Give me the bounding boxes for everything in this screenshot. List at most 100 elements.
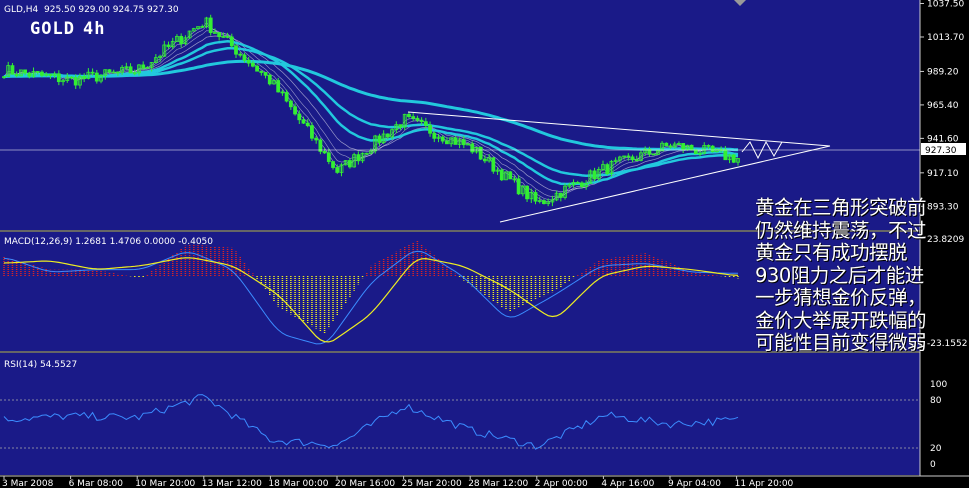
price-candle-body — [115, 71, 120, 74]
time-axis-label: 6 Mar 08:00 — [69, 479, 124, 488]
price-candle-body — [10, 65, 15, 75]
price-candle-body — [246, 59, 251, 64]
price-candle-body — [461, 139, 466, 146]
price-axis-label: 1013.70 — [927, 33, 964, 43]
price-axis-label: 989.20 — [927, 67, 959, 77]
price-candle-body — [356, 154, 361, 162]
chart-title-timeframe: 4h — [82, 19, 106, 39]
price-candle-body — [141, 64, 146, 69]
annotation-block: 黄金在三角形突破前 仍然维持震荡，不过 黄金只有成功摆脱 930阻力之后才能进 一步猜想… — [755, 196, 969, 355]
price-candle-body — [23, 69, 27, 74]
price-candle-body — [723, 149, 728, 161]
price-candle-body — [310, 125, 314, 139]
chart-root: 1037.50 1013.70 989.20 965.40 941.60 917.10 89… — [0, 0, 969, 488]
price-candle-body — [27, 72, 32, 77]
time-axis-label: 3 Mar 2008 — [2, 479, 54, 488]
price-candle-body — [250, 62, 255, 67]
price-candle-body — [288, 100, 293, 108]
rsi-axis-label: 0 — [930, 460, 936, 470]
price-candle-body — [301, 119, 306, 124]
price-candle-body — [580, 182, 584, 187]
price-candle-body — [259, 70, 264, 73]
price-candle-body — [90, 71, 95, 74]
price-candle-body — [558, 192, 563, 198]
price-candle-body — [470, 143, 475, 153]
price-candle-body — [626, 155, 631, 158]
price-candle-body — [634, 159, 639, 162]
price-candle-body — [128, 66, 133, 74]
price-axis-label: 941.60 — [927, 134, 959, 144]
price-candle-body — [234, 45, 238, 55]
price-axis-label: 965.40 — [927, 101, 959, 111]
price-candle-body — [229, 36, 234, 47]
price-candle-body — [217, 32, 222, 38]
price-candle-body — [255, 65, 260, 72]
price-candle-body — [651, 153, 656, 156]
price-candle-body — [668, 145, 673, 148]
price-candle-body — [284, 92, 289, 102]
price-candle-body — [69, 76, 74, 79]
price-candle-body — [428, 124, 432, 134]
price-axis-label: 917.10 — [927, 169, 959, 179]
price-candle-body — [73, 77, 78, 86]
price-candle-body — [407, 113, 411, 118]
price-candle-body — [94, 72, 99, 82]
price-candle-body — [419, 119, 424, 123]
price-candle-body — [297, 113, 302, 121]
price-candle-body — [508, 171, 513, 180]
price-candle-body — [293, 106, 297, 115]
time-axis-label: 9 Apr 04:00 — [668, 479, 721, 488]
price-candle-body — [706, 145, 711, 147]
price-candle-body — [491, 157, 496, 172]
price-candle-body — [423, 121, 428, 126]
price-candle-body — [415, 117, 420, 121]
price-candle-body — [305, 122, 310, 127]
price-candle-body — [322, 151, 327, 154]
price-candle-body — [280, 91, 285, 94]
rsi-axis-label: 20 — [930, 444, 942, 454]
price-candle-body — [179, 35, 184, 45]
chart-title: GOLD 4h — [30, 19, 113, 39]
price-candle-body — [48, 73, 53, 76]
price-candle-body — [525, 185, 529, 200]
price-candle-body — [478, 146, 483, 160]
price-candle-body — [398, 124, 403, 128]
price-candle-body — [166, 44, 171, 48]
rsi-panel-bg — [0, 353, 920, 475]
price-candle-body — [331, 161, 335, 168]
price-candle-body — [533, 192, 538, 202]
price-candle-body — [225, 35, 230, 38]
time-axis-label: 4 Apr 16:00 — [601, 479, 654, 488]
price-candle-body — [326, 152, 331, 162]
time-axis-label: 2 Apr 00:00 — [535, 479, 588, 488]
price-candle-body — [335, 167, 340, 173]
price-candle-body — [453, 137, 458, 145]
annotation-line: 黄金只有成功摆脱 — [755, 241, 908, 264]
price-candle-body — [267, 74, 272, 85]
ohlc-header: 925.50 929.00 924.75 927.30 — [44, 5, 179, 15]
price-axis-label: 1037.50 — [927, 0, 964, 10]
price-candle-body — [238, 53, 243, 56]
price-candle-body — [482, 158, 487, 162]
price-candle-body — [385, 133, 390, 138]
price-candle-body — [440, 136, 445, 142]
time-axis-label: 13 Mar 12:00 — [202, 479, 262, 488]
annotation-line: 一步猜想金价反弹， — [755, 286, 927, 309]
price-candle-body — [107, 69, 112, 73]
price-candle-body — [681, 143, 686, 150]
price-candle-body — [35, 71, 40, 73]
time-axis-label: 11 Apr 20:00 — [735, 479, 794, 488]
time-axis-label: 20 Mar 16:00 — [335, 479, 395, 488]
price-candle-body — [40, 71, 44, 76]
current-price-label: 927.30 — [925, 146, 957, 156]
annotation-line: 黄金在三角形突破前 — [755, 196, 927, 219]
time-axis-label: 28 Mar 12:00 — [468, 479, 528, 488]
price-candle-body — [276, 80, 281, 93]
price-header: GLD,H4 — [4, 5, 39, 15]
rsi-axis-label: 100 — [930, 380, 947, 390]
chart-title-symbol: GOLD — [30, 19, 75, 39]
price-candle-body — [208, 17, 213, 34]
time-axis-label: 10 Mar 20:00 — [135, 479, 195, 488]
price-candle-body — [575, 182, 580, 184]
price-candle-body — [499, 169, 504, 181]
